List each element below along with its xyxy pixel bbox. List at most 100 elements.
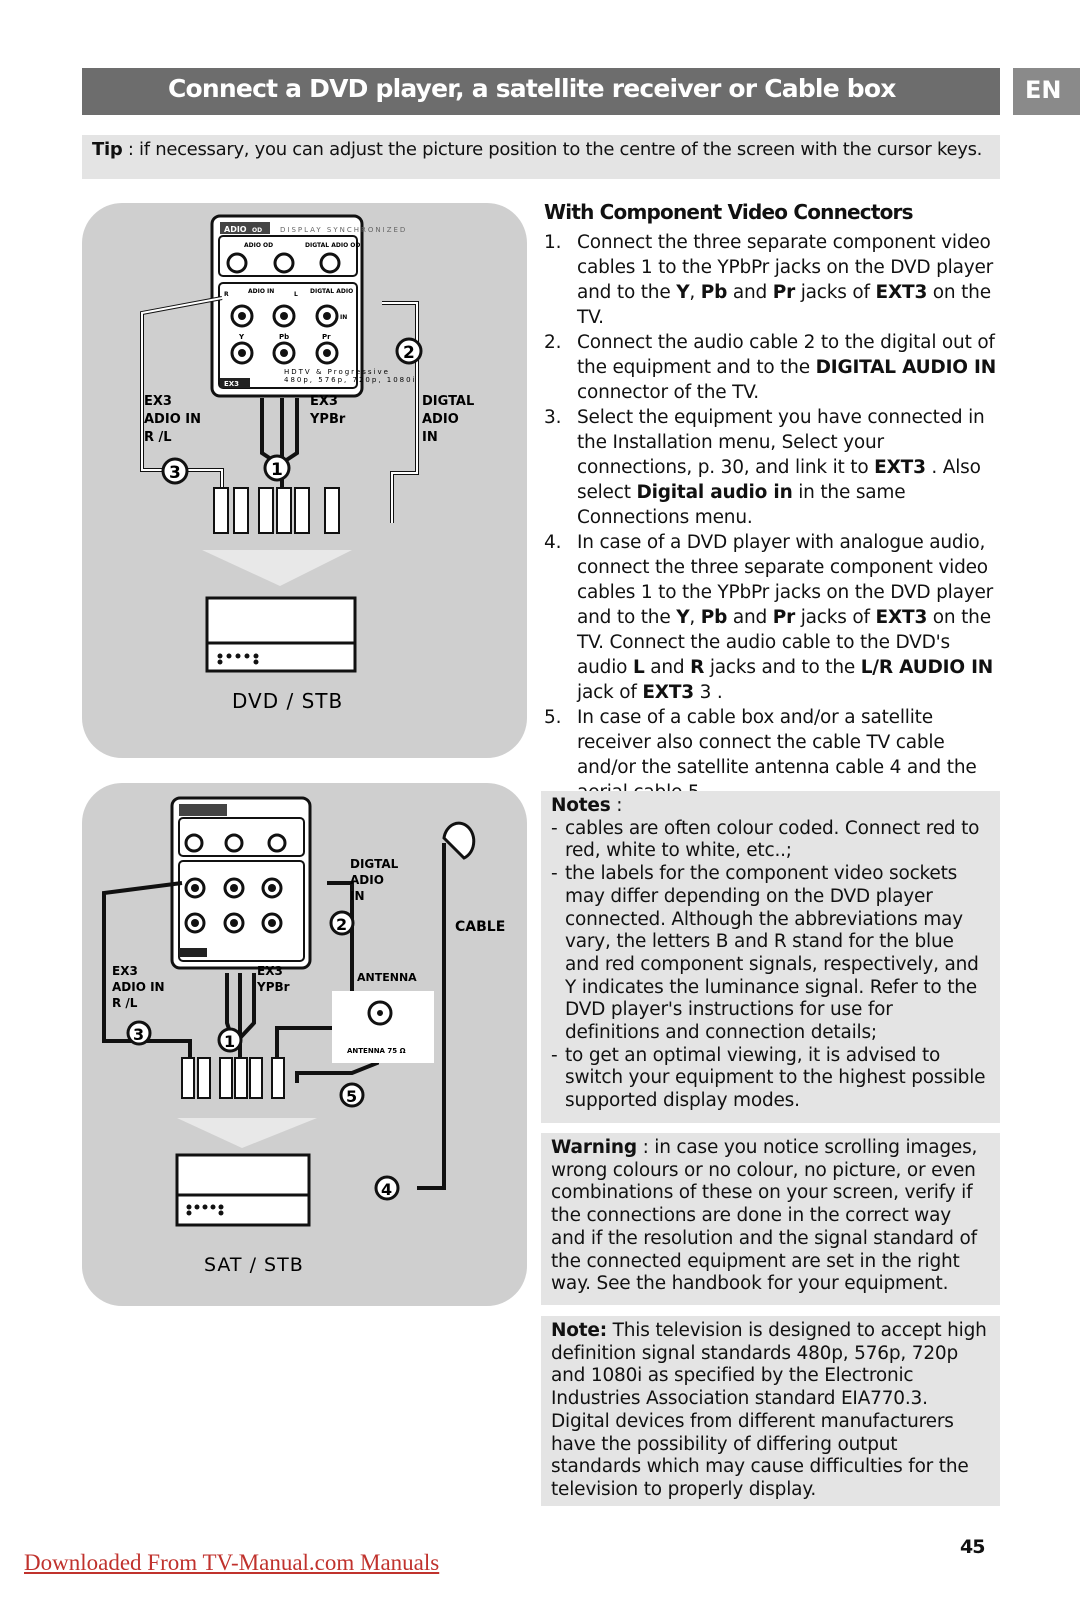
note-label: Note: (551, 1320, 607, 1341)
audio-in-jack-label: ADIO IN (248, 288, 274, 295)
note-text: This television is designed to accept hi… (551, 1320, 987, 1410)
text: and (727, 282, 773, 303)
marker-5: 5 (339, 1082, 365, 1108)
ext3-audio-label: EX3 (112, 964, 138, 978)
component-section: With Component Video Connectors 1. Connec… (544, 200, 1004, 805)
text: In case of a cable box and/or a satellit… (577, 707, 977, 803)
tv-connector-panel: ADIO OD DISPLAY SYNCHRONIZED ADIO OD DIG… (210, 214, 417, 398)
bold-text: DIGITAL AUDIO IN (815, 357, 997, 378)
marker-3: 3 (126, 1020, 152, 1046)
note-item: to get an optimal viewing, it is advised… (551, 1045, 990, 1113)
ypbpr-label: YPBr (256, 980, 290, 994)
cable-label: CABLE (455, 919, 505, 935)
marker-1: 1 (217, 1027, 243, 1053)
svg-text:4: 4 (381, 1180, 392, 1199)
download-source-link[interactable]: Downloaded From TV-Manual.com Manuals (24, 1550, 439, 1576)
section-heading: With Component Video Connectors (544, 200, 914, 224)
rl-label: R /L (112, 996, 138, 1010)
marker-1: 1 (263, 454, 291, 482)
notes-list: cables are often colour coded. Connect r… (551, 818, 990, 1113)
in-label: IN (422, 430, 438, 445)
dvd-diagram-svg: ADIO OD DISPLAY SYNCHRONIZED ADIO OD DIG… (140, 214, 474, 713)
bold-text: Pb (700, 607, 728, 628)
antenna-jack-label: ANTENNA 75 Ω (347, 1047, 406, 1055)
step-number: 2. (544, 332, 562, 353)
antenna-label: ANTENNA (357, 971, 417, 984)
audio-label: ADIO (422, 412, 459, 427)
rca-plugs (213, 487, 340, 534)
bold-text: Pb (700, 282, 728, 303)
ext3-ypbpr-label: EX3 (257, 964, 283, 978)
panel-header-out: OD (252, 227, 262, 234)
audio-label: ADIO (350, 873, 384, 887)
hdtv-label: HDTV & Progressive (284, 368, 390, 376)
audio-in-label: ADIO IN (112, 980, 165, 994)
page-number: 45 (960, 1536, 985, 1558)
language-tab: EN (1013, 68, 1080, 115)
panel-header: ADIO (224, 225, 247, 234)
bold-text: Pr (772, 607, 796, 628)
text: jacks and to the (704, 657, 861, 678)
svg-text:1: 1 (224, 1032, 235, 1051)
svg-text:2: 2 (336, 915, 347, 934)
digital-label: DIGTAL (350, 857, 399, 871)
bold-text: Digital audio in (636, 482, 793, 503)
device-label: DVD / STB (232, 689, 343, 713)
text: jack of (577, 682, 643, 703)
antenna-socket: ANTENNA 75 Ω (332, 991, 434, 1063)
bold-text: Y (676, 282, 690, 303)
svg-text:3: 3 (133, 1025, 144, 1044)
bold-text: EXT3 (874, 457, 926, 478)
dvd-connection-diagram: ADIO OD DISPLAY SYNCHRONIZED ADIO OD DIG… (82, 203, 527, 758)
audio-in-label: ADIO IN (144, 412, 201, 427)
digital-label: DIGTAL (422, 394, 474, 409)
r-label: R (224, 291, 229, 298)
warning-label: Warning (551, 1137, 637, 1158)
text: : if necessary, you can adjust the pictu… (122, 139, 983, 160)
svg-text:1: 1 (271, 460, 283, 480)
note-item: cables are often colour coded. Connect r… (551, 818, 990, 863)
note-box: Note: This television is designed to acc… (541, 1316, 1000, 1506)
warning-text: : in case you notice scrolling images, w… (551, 1137, 978, 1295)
step-item: 1. Connect the three separate component v… (544, 230, 1004, 330)
pb-label: Pb (279, 333, 289, 341)
text: jacks of (795, 607, 876, 628)
step-number: 3. (544, 407, 562, 428)
l-label: L (294, 291, 298, 298)
bold-text: EXT3 (875, 282, 928, 303)
step-item: 5. In case of a cable box and/or a satell… (544, 705, 1004, 805)
note-item: the labels for the component video socke… (551, 863, 990, 1045)
ext3-audio-label: EX3 (144, 394, 172, 409)
notes-heading: Notes (551, 795, 611, 816)
device-label: SAT / STB (204, 1254, 304, 1276)
ypbpr-label: YPBr (309, 412, 346, 427)
text: , (689, 607, 701, 628)
step-number: 5. (544, 707, 562, 728)
steps-list: 1. Connect the three separate component v… (544, 230, 1004, 805)
bold-text: L (632, 657, 645, 678)
pr-label: Pr (322, 333, 331, 341)
dvd-device-icon (205, 596, 357, 673)
text: jacks of (795, 282, 876, 303)
text: connector of the TV. (577, 382, 759, 403)
display-sync-label: DISPLAY SYNCHRONIZED (280, 226, 407, 234)
audio-out-label: ADIO OD (244, 242, 273, 249)
tip-text: Tip : if necessary, you can adjust the p… (92, 139, 982, 160)
sat-device-icon (175, 1153, 311, 1227)
bold-text: Y (676, 607, 690, 628)
step-item: 3. Select the equipment you have connecte… (544, 405, 1004, 530)
svg-text:2: 2 (403, 343, 415, 363)
marker-2: 2 (329, 910, 355, 936)
in-label: IN (350, 889, 365, 903)
text: and (727, 607, 773, 628)
note-text-2: Digital devices from different manufactu… (551, 1410, 969, 1500)
step-item: 4. In case of a DVD player with analogue … (544, 530, 1004, 705)
warning-box: Warning : in case you notice scrolling i… (541, 1133, 1000, 1305)
ext3-ypbpr-label: EX3 (310, 394, 338, 409)
marker-4: 4 (374, 1175, 400, 1201)
hdtv-formats: 480p, 576p, 720p, 1080i (284, 376, 417, 384)
marker-3: 3 (161, 457, 189, 485)
digital-audio-out-label: DIGTAL ADIO OD (305, 242, 360, 249)
sat-diagram-svg: DIGTAL ADIO IN CABLE EX3 ADIO IN R /L EX… (102, 796, 505, 1276)
digital-audio-in-jack-label: DIGTAL ADIO (310, 288, 353, 295)
